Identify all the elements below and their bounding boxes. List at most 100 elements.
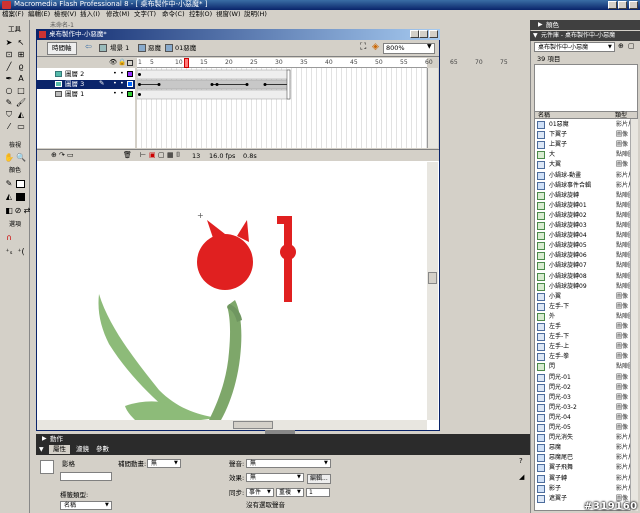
layer-lock-dot[interactable]: • [120,90,124,97]
library-item[interactable]: 左手-下 圖像 [537,332,639,342]
library-item[interactable]: 小鍋球旋轉01 點陣圖 [537,201,639,211]
library-item[interactable]: 小翼 圖像 [537,292,639,302]
edit-scene-icon[interactable]: ⛶ [360,43,366,52]
doc-maximize-button[interactable] [419,30,428,38]
onion-outline-icon[interactable]: ▢ [158,152,165,159]
pin-icon[interactable]: ⊕ [618,43,624,50]
actions-panel-header[interactable]: ▶ 動作 [36,434,530,444]
library-item[interactable]: 大點陣圖 [537,150,639,160]
hand-tool-icon[interactable]: ✋ [3,152,15,163]
library-item[interactable]: 翼子飛舞 影片片 [537,463,639,473]
modify-markers-icon[interactable]: ⌷ [176,152,180,159]
fill-transform-tool-icon[interactable]: ⊞ [15,49,27,60]
doc-minimize-button[interactable] [410,30,419,38]
layer-outline-color[interactable] [127,91,133,97]
library-item[interactable]: 大翼 圖像 [537,160,639,170]
color-panel-header[interactable]: ▶ 顏色 [530,20,640,30]
trash-icon[interactable]: 🗑 [123,152,132,159]
line-tool-icon[interactable]: ╱ [3,61,15,72]
lasso-tool-icon[interactable]: ϱ [15,61,27,72]
add-layer-icon[interactable]: ⊕ [51,152,57,159]
playhead[interactable] [184,58,189,68]
library-item[interactable]: 小鍋球-動畫 影片片 [537,171,639,181]
swap-colors-icon[interactable]: ⇄ [21,205,33,216]
library-item[interactable]: 外點陣圖 [537,312,639,322]
doc-close-button[interactable] [429,30,438,38]
stage-vscroll[interactable] [427,162,438,420]
onion-skin-icon[interactable]: ▣ [149,152,156,159]
library-item[interactable]: 左手 圖像 [537,322,639,332]
subselection-tool-icon[interactable]: ↖ [15,37,27,48]
effect-select[interactable]: 無 ▼ [246,473,304,482]
breadcrumb-scene[interactable]: 場景 1 [110,45,129,52]
menu-edit[interactable]: 編輯(E) [28,11,50,18]
tween-select[interactable]: 無 ▼ [147,459,181,468]
add-guide-icon[interactable]: ↷ [59,152,65,159]
sync-select[interactable]: 事件 ▼ [246,488,274,497]
menu-control[interactable]: 控制(O) [189,11,212,18]
library-item[interactable]: 小鍋球旋轉04 點陣圖 [537,231,639,241]
menu-insert[interactable]: 插入(I) [80,11,100,18]
snap-magnet-icon[interactable]: ∩ [3,232,15,243]
stage-hscroll[interactable] [37,420,427,430]
pen-tool-icon[interactable]: ✒ [3,73,15,84]
timeline-toggle-button[interactable]: 時間軸 [47,42,77,55]
expand-properties-icon[interactable]: ◢ [519,474,524,481]
close-button[interactable] [629,1,638,9]
library-item[interactable]: 閃點陣圖 [537,362,639,372]
tab-parameters[interactable]: 參數 [96,446,109,453]
library-item[interactable]: 閃光-01 圖像 [537,373,639,383]
layer-lock-dot[interactable]: • [120,70,124,77]
rectangle-tool-icon[interactable]: □ [15,85,27,96]
add-folder-icon[interactable]: ▭ [67,152,74,159]
frame-name-input[interactable] [60,472,112,481]
pencil-tool-icon[interactable]: ✎ [3,97,15,108]
library-item[interactable]: 惡魔尾巴 影片片 [537,453,639,463]
frame-grid[interactable] [136,68,427,148]
splitter-handle[interactable] [265,430,295,434]
repeat-select[interactable]: 重複 ▼ [276,488,304,497]
oval-tool-icon[interactable]: ○ [3,85,15,96]
library-dropdown[interactable]: 桌布製作中-小惡魔 ▼ [534,42,615,52]
repeat-count-input[interactable]: 1 [306,488,330,497]
stage[interactable]: + [37,162,427,420]
new-library-icon[interactable]: ▢ [628,43,635,50]
outline-icon[interactable] [127,60,133,66]
library-item[interactable]: 上翼子 圖像 [537,140,639,150]
library-item[interactable]: 小鍋球事件合輯 影片片 [537,181,639,191]
tab-properties[interactable]: 屬性 [49,445,70,454]
layer-outline-color[interactable] [127,71,133,77]
library-item[interactable]: 小鍋球旋轉 點陣圖 [537,191,639,201]
layer-visible-dot[interactable]: • [113,70,117,77]
library-item[interactable]: 小鍋球旋轉06 點陣圖 [537,251,639,261]
label-type-select[interactable]: 名稱 ▼ [60,501,112,510]
back-arrow-icon[interactable]: ⇦ [85,43,92,51]
library-item[interactable]: 小鍋球旋轉02 點陣圖 [537,211,639,221]
layer-visible-dot[interactable]: • [113,90,117,97]
menu-view[interactable]: 檢視(V) [54,11,77,18]
layer-outline-color[interactable] [127,81,133,87]
library-panel-header[interactable]: ▼ 元件庫 - 桌布製作中-小惡魔 [530,31,640,41]
library-item[interactable]: 下翼子 圖像 [537,130,639,140]
library-item[interactable]: 小鍋球旋轉09 點陣圖 [537,282,639,292]
library-item[interactable]: 01惡魔 影片片 [537,120,639,130]
breadcrumb-symbol[interactable]: 惡魔 [148,45,161,52]
library-item[interactable]: 小鍋球旋轉08 點陣圖 [537,272,639,282]
center-frame-icon[interactable]: ⊢ [140,152,146,159]
edit-sound-button[interactable]: 編輯... [307,474,331,484]
menu-file[interactable]: 檔案(F) [2,11,24,18]
library-item[interactable]: 翼子轉 影片片 [537,474,639,484]
stroke-color-swatch[interactable] [16,180,25,188]
library-item[interactable]: 左手-拳 圖像 [537,352,639,362]
fill-color-icon[interactable]: ◭ [3,191,15,202]
menu-text[interactable]: 文字(T) [134,11,156,18]
paint-bucket-tool-icon[interactable]: ◭ [15,109,27,120]
library-item[interactable]: 閃光-04 圖像 [537,413,639,423]
selection-tool-icon[interactable]: ➤ [3,37,15,48]
sound-select[interactable]: 無 ▼ [246,459,331,468]
library-scrollbar[interactable] [630,119,638,511]
eyedropper-tool-icon[interactable]: ⁄ [3,121,15,132]
menu-modify[interactable]: 修改(M) [106,11,130,18]
library-item[interactable]: 左手-下 圖像 [537,302,639,312]
brush-tool-icon[interactable]: 🖌 [15,97,27,108]
